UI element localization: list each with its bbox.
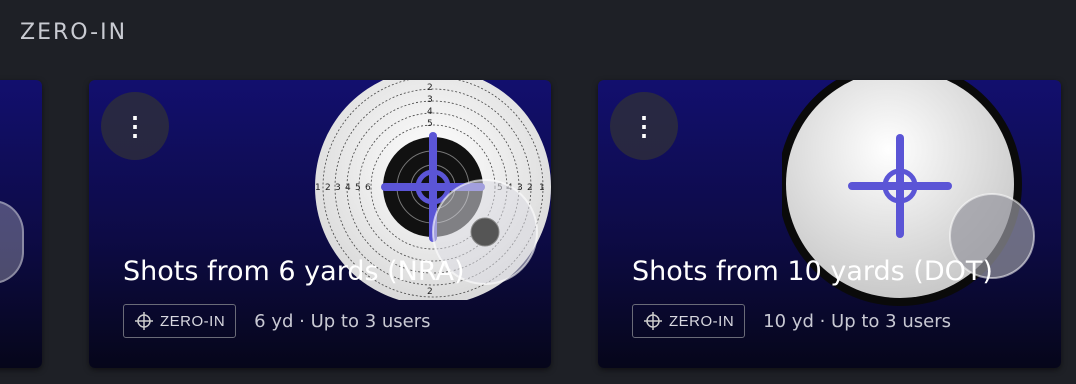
more-vert-icon: ⋮ bbox=[122, 111, 148, 141]
svg-text:1: 1 bbox=[315, 183, 321, 193]
svg-text:1: 1 bbox=[539, 183, 545, 193]
svg-text:2: 2 bbox=[527, 183, 533, 193]
card-partial[interactable] bbox=[0, 80, 42, 368]
svg-text:2: 2 bbox=[427, 287, 433, 297]
svg-text:2: 2 bbox=[427, 83, 433, 93]
svg-text:5: 5 bbox=[427, 119, 433, 129]
card-title: Shots from 6 yards (NRA) bbox=[123, 256, 465, 287]
badge-label: ZERO-IN bbox=[160, 312, 226, 330]
crosshair-icon bbox=[135, 312, 153, 330]
svg-text:4: 4 bbox=[427, 107, 433, 117]
zero-in-badge: ZERO-IN bbox=[632, 304, 746, 338]
svg-text:6: 6 bbox=[365, 183, 371, 193]
svg-text:2: 2 bbox=[325, 183, 331, 193]
more-options-button[interactable]: ⋮ bbox=[610, 92, 678, 160]
svg-text:4: 4 bbox=[345, 183, 351, 193]
svg-text:3: 3 bbox=[427, 95, 433, 105]
section-title: ZERO-IN bbox=[20, 20, 128, 45]
svg-text:5: 5 bbox=[355, 183, 361, 193]
more-options-button[interactable]: ⋮ bbox=[101, 92, 169, 160]
card-6-yards-nra[interactable]: 2345 123456 54321 2 ⋮ Shots from 6 yards… bbox=[89, 80, 551, 368]
zero-in-badge: ZERO-IN bbox=[123, 304, 237, 338]
svg-text:3: 3 bbox=[335, 183, 341, 193]
card-meta: 6 yd · Up to 3 users bbox=[254, 310, 431, 332]
card-title: Shots from 10 yards (DOT) bbox=[632, 256, 993, 287]
more-vert-icon: ⋮ bbox=[631, 111, 657, 141]
partial-hover-circle bbox=[0, 200, 24, 284]
card-meta: 10 yd · Up to 3 users bbox=[763, 310, 951, 332]
crosshair-icon bbox=[644, 312, 662, 330]
card-10-yards-dot[interactable]: ⋮ Shots from 10 yards (DOT) ZERO-IN 10 y… bbox=[598, 80, 1061, 368]
badge-label: ZERO-IN bbox=[669, 312, 735, 330]
